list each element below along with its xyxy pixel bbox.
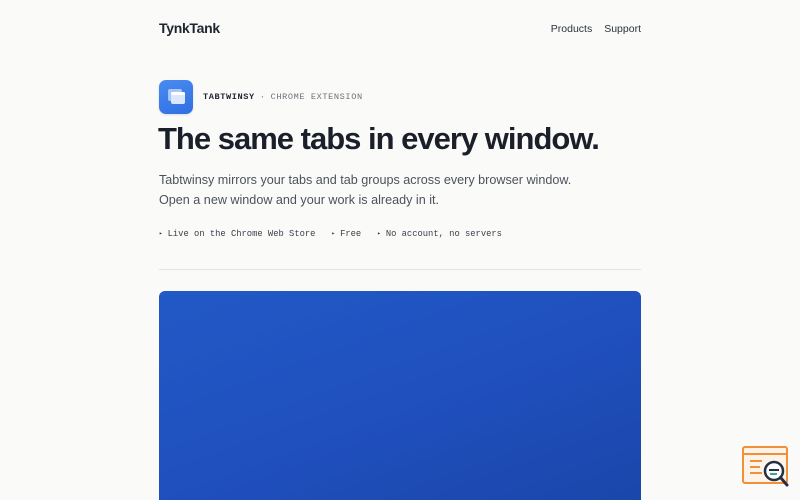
brand-logo[interactable]: TynkTank: [159, 20, 220, 36]
eyebrow-separator: ·: [259, 92, 266, 102]
hero-description: Tabtwinsy mirrors your tabs and tab grou…: [159, 170, 629, 210]
feature-item: ▸ No account, no servers: [377, 229, 502, 239]
feature-list: ▸ Live on the Chrome Web Store ▸ Free ▸ No …: [159, 229, 502, 239]
search-log-icon[interactable]: [740, 444, 792, 490]
triangle-bullet-icon: ▸: [331, 230, 336, 237]
nav-link-support[interactable]: Support: [604, 23, 641, 35]
feature-item: ▸ Live on the Chrome Web Store: [159, 229, 315, 239]
tab-windows-icon: [159, 80, 193, 114]
section-divider: [159, 269, 641, 270]
feature-label: No account, no servers: [385, 229, 502, 239]
top-navigation: TynkTank Products Support: [159, 18, 641, 42]
feature-item: ▸ Free: [331, 229, 361, 239]
hero-description-line-2: Open a new window and your work is alrea…: [159, 193, 440, 207]
product-eyebrow: TABTWINSY · CHROME EXTENSION: [203, 92, 363, 102]
hero-description-line-1: Tabtwinsy mirrors your tabs and tab grou…: [159, 173, 572, 187]
page: TynkTank Products Support TABTWINSY · CHRO…: [0, 0, 800, 500]
feature-label: Free: [340, 229, 362, 239]
triangle-bullet-icon: ▸: [159, 230, 163, 237]
product-category: CHROME EXTENSION: [270, 92, 363, 102]
triangle-bullet-icon: ▸: [377, 230, 381, 237]
nav-link-products[interactable]: Products: [551, 23, 592, 35]
feature-label: Live on the Chrome Web Store: [167, 229, 316, 239]
product-name: TABTWINSY: [203, 92, 255, 102]
main-nav: Products Support: [551, 23, 641, 35]
product-preview-image: [159, 291, 641, 500]
page-title: The same tabs in every window.: [158, 121, 600, 156]
